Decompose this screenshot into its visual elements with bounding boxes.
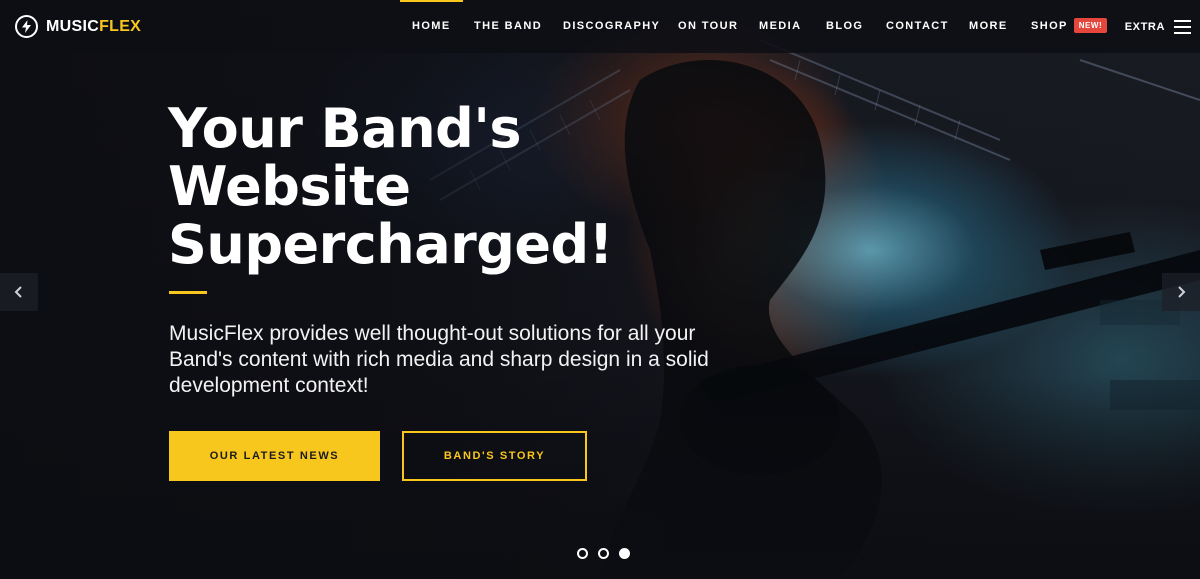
slider-dot-1[interactable] [577, 548, 588, 559]
site-logo[interactable]: MUSICFLEX [15, 15, 141, 38]
hero-background [0, 0, 1200, 579]
extra-label: EXTRA [1124, 20, 1165, 33]
hero-overlay [0, 0, 1200, 579]
top-navigation-bar: MUSICFLEX HOME THE BAND DISCOGRAPHY ON T… [0, 0, 1200, 53]
headline-line-3: Supercharged! [168, 213, 613, 276]
slider-next-button[interactable] [1162, 273, 1200, 311]
slider-pagination [577, 548, 630, 559]
latest-news-button[interactable]: OUR LATEST NEWS [169, 431, 380, 481]
nav-item-blog[interactable]: BLOG [826, 0, 863, 53]
logo-text-music: MUSIC [46, 17, 100, 35]
nav-item-home[interactable]: HOME [400, 0, 463, 53]
slider-prev-button[interactable] [0, 273, 38, 311]
extra-menu-toggle[interactable]: EXTRA [1125, 0, 1191, 53]
nav-item-contact[interactable]: CONTACT [886, 0, 949, 53]
chevron-left-icon [14, 286, 22, 298]
logo-wordmark: MUSICFLEX [46, 18, 141, 36]
hero-lead-text: MusicFlex provides well thought-out solu… [169, 322, 709, 397]
nav-item-media[interactable]: MEDIA [759, 0, 801, 53]
nav-item-shop-label: SHOP [1031, 20, 1068, 32]
band-story-button[interactable]: BAND'S STORY [402, 431, 587, 481]
logo-text-flex: FLEX [99, 17, 142, 35]
chevron-right-icon [1178, 286, 1186, 298]
nav-item-discography[interactable]: DISCOGRAPHY [563, 0, 660, 53]
nav-item-shop[interactable]: SHOP NEW! [1031, 0, 1108, 53]
bolt-icon [15, 15, 38, 38]
headline-divider [169, 291, 207, 294]
hamburger-icon [1174, 19, 1191, 34]
hero-headline: Your Band's Website Supercharged! [168, 100, 728, 274]
nav-item-on-tour[interactable]: ON TOUR [678, 0, 738, 53]
slider-dot-2[interactable] [598, 548, 609, 559]
headline-line-2: Website [168, 155, 411, 218]
nav-item-more[interactable]: MORE [969, 0, 1008, 53]
headline-line-1: Your Band's [168, 97, 522, 160]
new-badge: NEW! [1073, 18, 1108, 33]
nav-item-the-band[interactable]: THE BAND [474, 0, 542, 53]
slider-dot-3[interactable] [619, 548, 630, 559]
